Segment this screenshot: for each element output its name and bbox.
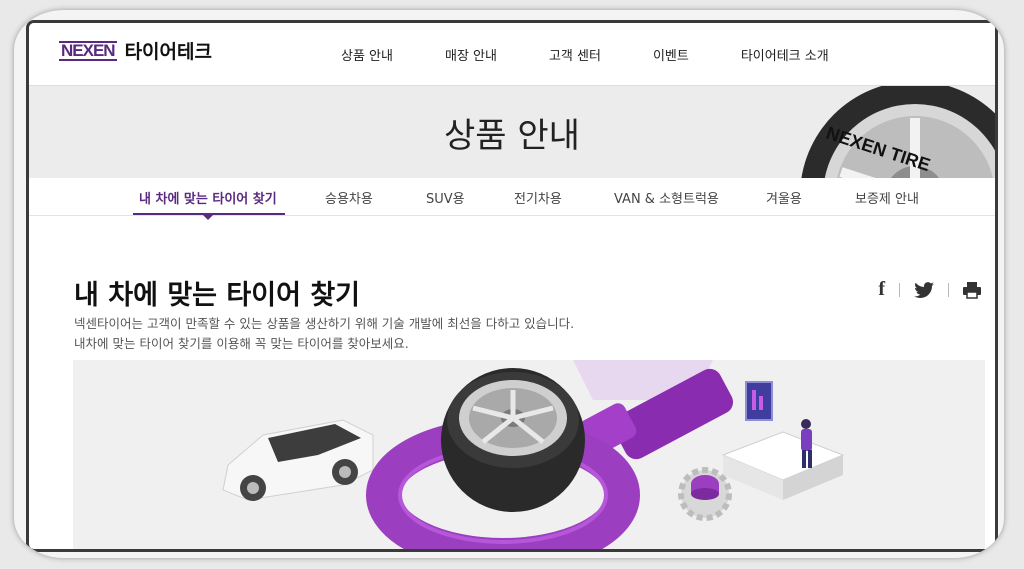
subtab-winter[interactable]: 겨울용 (766, 188, 802, 207)
twitter-icon[interactable] (914, 281, 934, 298)
page-banner: 상품 안내 NEXEN TIRE (29, 86, 995, 178)
nav-item-products[interactable]: 상품 안내 (341, 45, 393, 64)
subtab-warranty[interactable]: 보증제 안내 (855, 188, 919, 207)
tire-illustration (441, 368, 585, 512)
divider (899, 282, 900, 297)
description-line-2: 내차에 맞는 타이어 찾기를 이용해 꼭 맞는 타이어를 찾아보세요. (74, 336, 409, 351)
main-nav: 상품 안내 매장 안내 고객 센터 이벤트 타이어테크 소개 (341, 45, 829, 64)
nav-item-customer-center[interactable]: 고객 센터 (549, 45, 601, 64)
screenshot-frame: NEXEN 타이어테크 상품 안내 매장 안내 고객 센터 이벤트 타이어테크 … (14, 10, 1004, 558)
tire-decoration-icon: NEXEN TIRE (801, 86, 995, 178)
subtab-ev[interactable]: 전기차용 (514, 188, 562, 207)
nav-item-about[interactable]: 타이어테크 소개 (741, 45, 829, 64)
nav-item-stores[interactable]: 매장 안내 (445, 45, 497, 64)
product-subtabs: 내 차에 맞는 타이어 찾기 승용차용 SUV용 전기차용 VAN & 소형트럭… (29, 178, 995, 220)
site-header: NEXEN 타이어테크 상품 안내 매장 안내 고객 센터 이벤트 타이어테크 … (29, 23, 995, 86)
description-line-1: 넥센타이어는 고객이 만족할 수 있는 상품을 생산하기 위해 기술 개발에 최… (74, 316, 575, 331)
site-logo[interactable]: NEXEN 타이어테크 (59, 37, 212, 64)
browser-viewport: NEXEN 타이어테크 상품 안내 매장 안내 고객 센터 이벤트 타이어테크 … (26, 20, 998, 552)
facebook-icon[interactable]: f (878, 278, 885, 301)
logo-text: 타이어테크 (124, 41, 212, 63)
nexen-logo-mark: NEXEN (59, 40, 117, 61)
divider (948, 282, 949, 297)
active-tab-caret-icon (203, 215, 213, 220)
share-tools: f (878, 278, 981, 301)
illustration-scene (222, 360, 845, 549)
subtab-suv[interactable]: SUV용 (426, 188, 465, 207)
kiosk-illustration (721, 381, 845, 500)
print-icon[interactable] (963, 281, 981, 299)
page-description: 넥센타이어는 고객이 만족할 수 있는 상품을 생산하기 위해 기술 개발에 최… (74, 314, 574, 354)
subtab-find-my-tire[interactable]: 내 차에 맞는 타이어 찾기 (139, 188, 277, 207)
hero-illustration (73, 360, 985, 549)
subtab-van-truck[interactable]: VAN & 소형트럭용 (614, 188, 719, 207)
car-illustration (222, 419, 374, 501)
gear-icon (678, 467, 732, 521)
nav-item-events[interactable]: 이벤트 (653, 45, 689, 64)
subtab-passenger[interactable]: 승용차용 (325, 188, 373, 207)
page-title: 내 차에 맞는 타이어 찾기 (74, 280, 360, 311)
